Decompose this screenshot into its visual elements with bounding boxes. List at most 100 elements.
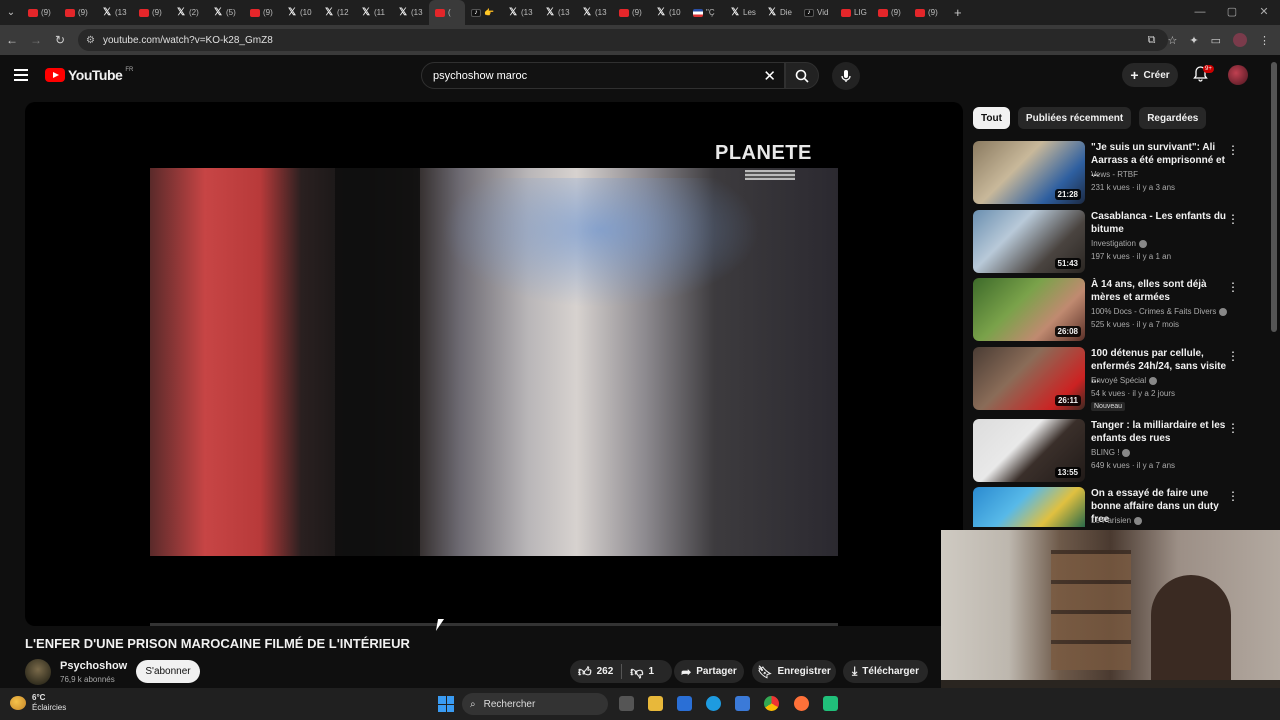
back-icon[interactable]: ←	[0, 33, 24, 47]
video-thumbnail[interactable]: 26:11	[973, 347, 1085, 410]
browser-tab[interactable]: 𝕏 (13	[576, 0, 613, 25]
more-options-icon[interactable]: ⋮	[1227, 143, 1239, 157]
browser-tab[interactable]: "Ç	[687, 0, 724, 25]
more-options-icon[interactable]: ⋮	[1227, 212, 1239, 226]
more-options-icon[interactable]: ⋮	[1227, 489, 1239, 503]
browser-tab[interactable]: (9)	[22, 0, 59, 25]
address-bar[interactable]: ⚙ youtube.com/watch?v=KO-k28_GmZ8	[78, 29, 1168, 51]
dislike-button[interactable]: 👎︎ 1	[622, 660, 662, 683]
video-thumbnail[interactable]: 13:55	[973, 419, 1085, 482]
browser-tab[interactable]: 𝕏 (13	[539, 0, 576, 25]
subscribe-button[interactable]: S'abonner	[136, 660, 200, 683]
clear-search-icon[interactable]: ✕	[763, 67, 776, 85]
channel-name[interactable]: Psychoshow	[60, 660, 127, 672]
video-thumbnail[interactable]	[973, 487, 1085, 527]
chrome-icon[interactable]	[764, 696, 779, 711]
task-view-icon[interactable]	[619, 696, 634, 711]
create-button[interactable]: + Créer	[1122, 63, 1178, 87]
recommendation-item[interactable]: 26:08 À 14 ans, elles sont déjà mères et …	[973, 278, 1263, 342]
browser-tab[interactable]: 𝕏 (10	[281, 0, 318, 25]
browser-tab[interactable]: (9)	[59, 0, 96, 25]
browser-tab[interactable]: (9)	[244, 0, 281, 25]
browser-tab[interactable]: (9)	[133, 0, 170, 25]
recommendation-item[interactable]: On a essayé de faire une bonne affaire d…	[973, 487, 1263, 530]
recommendation-channel[interactable]: 100% Docs - Crimes & Faits Divers	[1091, 307, 1228, 316]
chip-all[interactable]: Tout	[973, 107, 1010, 129]
share-button[interactable]: ➦ Partager	[674, 660, 744, 683]
ms-store-icon[interactable]	[735, 696, 750, 711]
file-explorer-icon[interactable]	[648, 696, 663, 711]
sidebar-icon[interactable]: ▭	[1211, 34, 1221, 47]
channel-avatar[interactable]	[25, 659, 51, 685]
browser-tab[interactable]: (	[429, 0, 465, 25]
browser-tab[interactable]: 𝕏 (13	[96, 0, 133, 25]
browser-tab[interactable]: 𝕏 (11	[355, 0, 392, 25]
edge-icon[interactable]	[706, 696, 721, 711]
menu-icon[interactable]	[14, 69, 28, 81]
reload-icon[interactable]: ↻	[48, 33, 72, 47]
browser-tab[interactable]: LIG	[835, 0, 872, 25]
firefox-icon[interactable]	[794, 696, 809, 711]
store-icon[interactable]	[677, 696, 692, 711]
tab-search-menu-icon[interactable]: ⌄	[0, 0, 22, 25]
browser-tab[interactable]: (9)	[872, 0, 909, 25]
browser-tab[interactable]: (9)	[613, 0, 650, 25]
page-scrollbar[interactable]	[1271, 62, 1277, 332]
account-avatar[interactable]	[1228, 65, 1248, 85]
bookmark-star-icon[interactable]: ☆	[1168, 34, 1178, 47]
browser-tab[interactable]: 𝕏 Les	[724, 0, 761, 25]
app-icon[interactable]	[823, 696, 838, 711]
recommendation-title[interactable]: Casablanca - Les enfants du bitume	[1091, 210, 1229, 236]
recommendation-channel[interactable]: Investigation	[1091, 239, 1147, 248]
browser-tab[interactable]: (9)	[909, 0, 946, 25]
browser-menu-icon[interactable]: ⋮	[1259, 34, 1270, 47]
like-button[interactable]: 👍︎ 262	[570, 660, 621, 683]
youtube-logo[interactable]: YouTube FR	[45, 67, 133, 83]
more-options-icon[interactable]: ⋮	[1227, 280, 1239, 294]
video-thumbnail[interactable]: 21:28	[973, 141, 1085, 204]
close-window-icon[interactable]: ✕	[1248, 0, 1280, 25]
browser-tab[interactable]: 𝕏 (12	[318, 0, 355, 25]
recommendation-channel[interactable]: BLING !	[1091, 448, 1131, 457]
profile-avatar[interactable]	[1233, 33, 1247, 47]
chip-recent[interactable]: Publiées récemment	[1017, 107, 1132, 129]
more-options-icon[interactable]: ⋮	[1227, 349, 1239, 363]
recommendation-item[interactable]: 21:28 "Je suis un survivant": Ali Aarrass…	[973, 141, 1263, 205]
download-button[interactable]: ⤓ Télécharger	[843, 660, 928, 683]
more-options-icon[interactable]: ⋮	[1227, 421, 1239, 435]
browser-tab[interactable]: ♪ Vid	[798, 0, 835, 25]
video-player[interactable]: PLANETE	[25, 102, 963, 626]
extensions-icon[interactable]: ✦	[1189, 34, 1198, 47]
windows-start-icon[interactable]	[438, 696, 454, 712]
recommendation-channel[interactable]: Le Parisien	[1091, 516, 1143, 525]
chip-watched[interactable]: Regardées	[1139, 107, 1207, 129]
browser-tab[interactable]: 𝕏 (13	[392, 0, 429, 25]
site-info-icon[interactable]: ⚙	[86, 35, 95, 46]
recommendation-item[interactable]: 26:11 100 détenus par cellule, enfermés 2…	[973, 347, 1263, 411]
taskbar-search[interactable]: ⌕ Rechercher	[462, 693, 608, 715]
weather-widget[interactable]: 6°C Éclaircies	[10, 693, 66, 713]
browser-tab[interactable]: ♪ 👉	[465, 0, 502, 25]
browser-tab[interactable]: 𝕏 (2)	[170, 0, 207, 25]
recommendation-channel[interactable]: Envoyé Spécial	[1091, 376, 1158, 385]
video-thumbnail[interactable]: 26:08	[973, 278, 1085, 341]
voice-search-button[interactable]	[832, 62, 860, 90]
cast-icon[interactable]: ⧉	[1148, 34, 1156, 47]
recommendation-title[interactable]: À 14 ans, elles sont déjà mères et armée…	[1091, 278, 1229, 304]
browser-tab[interactable]: 𝕏 (13	[502, 0, 539, 25]
forward-icon[interactable]: →	[24, 33, 48, 47]
recommendation-channel[interactable]: Vews - RTBF	[1091, 170, 1138, 179]
recommendation-item[interactable]: 51:43 Casablanca - Les enfants du bitume I…	[973, 210, 1263, 274]
search-input[interactable]: psychoshow maroc ✕	[421, 62, 785, 89]
new-tab-button[interactable]: +	[954, 5, 962, 20]
browser-tab[interactable]: 𝕏 (10	[650, 0, 687, 25]
minimize-icon[interactable]: —	[1184, 0, 1216, 25]
save-button[interactable]: 🔖︎ Enregistrer	[752, 660, 836, 683]
recommendation-title[interactable]: Tanger : la milliardaire et les enfants …	[1091, 419, 1229, 445]
progress-bar[interactable]	[150, 623, 838, 626]
browser-tab[interactable]: 𝕏 (5)	[207, 0, 244, 25]
browser-tab[interactable]: 𝕏 Die	[761, 0, 798, 25]
video-thumbnail[interactable]: 51:43	[973, 210, 1085, 273]
recommendation-item[interactable]: 13:55 Tanger : la milliardaire et les enf…	[973, 419, 1263, 483]
search-button[interactable]	[785, 62, 819, 89]
